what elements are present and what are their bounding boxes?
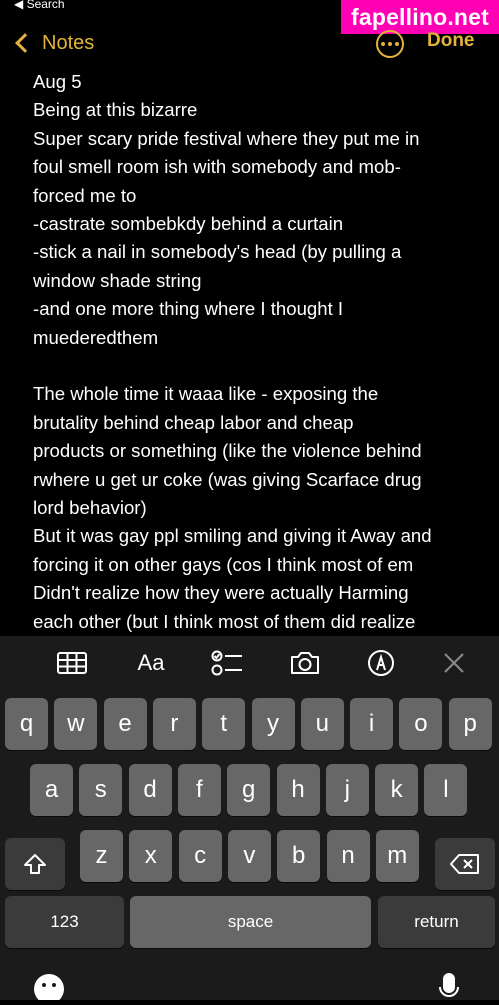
keyboard: qwertyuiop asdfghjkl zxcvbnm 123 space r…	[0, 691, 499, 1004]
note-line: Didn't realize how they were actually Ha…	[33, 582, 409, 604]
note-line: lord behavior)	[33, 497, 147, 519]
key-e[interactable]: e	[103, 698, 147, 750]
ellipsis-icon	[381, 42, 385, 46]
key-y[interactable]: y	[251, 698, 295, 750]
key-u[interactable]: u	[300, 698, 344, 750]
status-back-to-search[interactable]: ◀ Search	[14, 0, 65, 11]
format-icon: Aa	[137, 650, 165, 675]
key-j[interactable]: j	[325, 764, 369, 816]
markup-button[interactable]	[366, 648, 396, 678]
note-line: -castrate sombebkdy behind a curtain	[33, 213, 344, 235]
note-line: rwhere u get ur coke (was giving Scarfac…	[33, 468, 422, 490]
ellipsis-dot	[388, 42, 392, 46]
emoji-icon	[34, 974, 64, 1004]
note-line: foul smell room ish with somebody and mo…	[33, 156, 401, 178]
shift-key[interactable]	[5, 838, 65, 890]
done-button[interactable]: Done	[427, 30, 475, 52]
key-z[interactable]: z	[80, 830, 123, 882]
backspace-icon	[450, 854, 479, 874]
ellipsis-dot	[395, 42, 399, 46]
delete-key[interactable]	[435, 838, 495, 890]
checklist-icon	[211, 650, 242, 676]
note-line: The whole time it waaa like - exposing t…	[33, 383, 379, 405]
return-key[interactable]: return	[378, 896, 495, 948]
note-line: muederedthem	[33, 326, 159, 348]
formatting-toolbar: Aa	[0, 636, 499, 691]
note-line: products or something (like the violence…	[33, 440, 422, 462]
note-line: Being at this bizarre	[33, 99, 198, 121]
more-options-button[interactable]	[376, 30, 404, 58]
key-p[interactable]: p	[448, 698, 492, 750]
notes-back-button[interactable]: Notes	[14, 28, 94, 58]
key-w[interactable]: w	[54, 698, 98, 750]
note-text-editor[interactable]: Aug 5 Being at this bizarre Super scary pr…	[33, 68, 473, 636]
key-a[interactable]: a	[30, 764, 73, 816]
key-s[interactable]: s	[79, 764, 123, 816]
checklist-button[interactable]	[211, 648, 243, 678]
key-o[interactable]: o	[399, 698, 443, 750]
close-keyboard-button[interactable]	[441, 648, 467, 678]
key-m[interactable]: m	[375, 830, 419, 882]
key-q[interactable]: q	[5, 698, 48, 750]
notes-back-label: Notes	[42, 31, 95, 54]
note-line: But it was gay ppl smiling and giving it…	[33, 525, 432, 547]
key-d[interactable]: d	[128, 764, 172, 816]
key-r[interactable]: r	[152, 698, 196, 750]
numbers-key[interactable]: 123	[5, 896, 124, 948]
key-l[interactable]: l	[424, 764, 468, 816]
key-g[interactable]: g	[227, 764, 271, 816]
key-n[interactable]: n	[326, 830, 370, 882]
note-line: window shade string	[33, 269, 202, 291]
key-t[interactable]: t	[202, 698, 246, 750]
dictation-button[interactable]	[438, 973, 460, 998]
shift-icon	[24, 854, 46, 874]
table-icon	[57, 652, 87, 674]
note-line	[33, 352, 473, 380]
emoji-button[interactable]	[33, 973, 65, 1004]
key-c[interactable]: c	[178, 830, 222, 882]
space-key[interactable]: space	[130, 896, 371, 948]
key-b[interactable]: b	[277, 830, 321, 882]
chevron-left-icon	[15, 33, 35, 53]
note-line: forcing it on other gays (cos I think mo…	[33, 553, 414, 575]
key-h[interactable]: h	[276, 764, 320, 816]
camera-icon	[291, 652, 319, 674]
key-v[interactable]: v	[227, 830, 271, 882]
note-line: brutality behind cheap labor and cheap	[33, 411, 354, 433]
note-line: forced me to	[33, 184, 137, 206]
nav-bar: Notes Done	[0, 22, 499, 62]
note-line: Aug 5	[33, 71, 82, 92]
microphone-icon	[439, 973, 459, 997]
key-k[interactable]: k	[375, 764, 419, 816]
note-line: each other (but I think most of them did…	[33, 610, 416, 632]
key-i[interactable]: i	[350, 698, 394, 750]
note-line: -and one more thing where I thought I	[33, 298, 344, 320]
key-f[interactable]: f	[177, 764, 221, 816]
note-line: Super scary pride festival where they pu…	[33, 127, 420, 149]
markup-icon	[368, 650, 394, 676]
table-button[interactable]	[56, 648, 88, 678]
close-icon	[444, 653, 464, 673]
format-button[interactable]: Aa	[133, 648, 169, 678]
key-x[interactable]: x	[129, 830, 173, 882]
note-line: -stick a nail in somebody's head (by pul…	[33, 241, 402, 263]
camera-button[interactable]	[288, 648, 322, 678]
